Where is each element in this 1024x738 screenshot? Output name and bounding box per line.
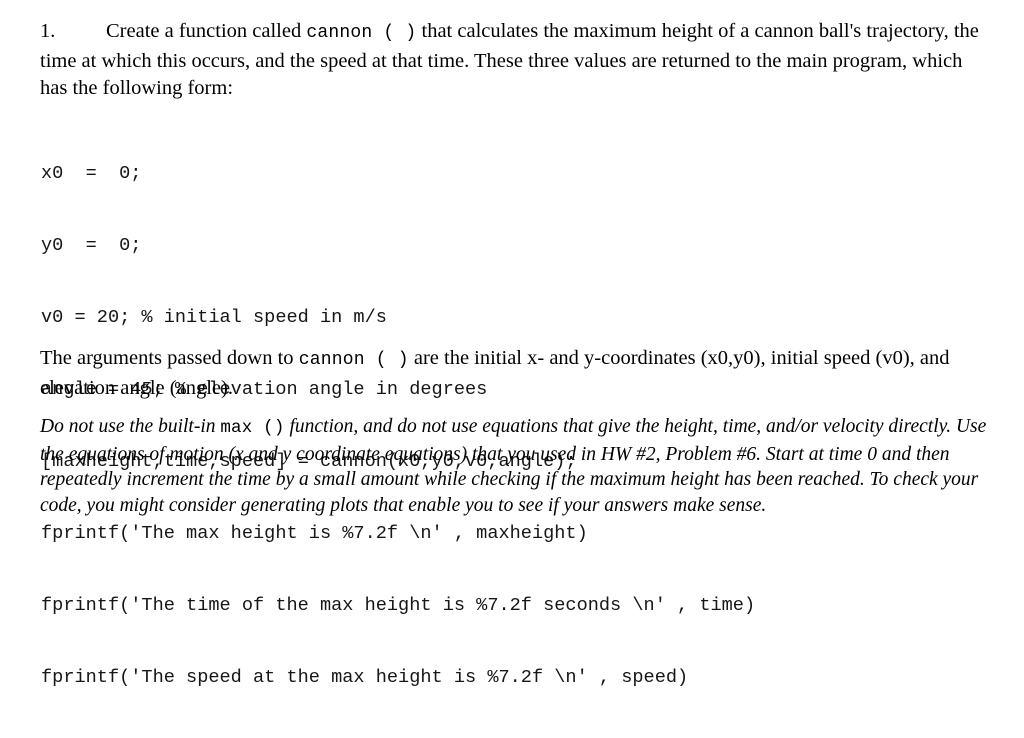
code-line: fprintf('The time of the max height is %…: [41, 595, 756, 616]
inline-code-cannon-signature: cannon ( ): [298, 350, 409, 370]
note-text-before-code: Do not use the built-in: [40, 416, 221, 437]
inline-code-max-function: max (): [220, 418, 285, 438]
arguments-text-before-code: The arguments passed down to: [40, 347, 299, 369]
code-line: x0 = 0;: [41, 163, 142, 184]
restrictions-note-paragraph: Do not use the built-in max () function,…: [40, 414, 992, 518]
arguments-paragraph: The arguments passed down to cannon ( ) …: [40, 345, 990, 402]
problem-number: 1.: [40, 20, 56, 42]
inline-code-cannon-signature: cannon ( ): [306, 23, 417, 43]
code-line: v0 = 20; % initial speed in m/s: [41, 307, 387, 328]
code-line: fprintf('The max height is %7.2f \n' , m…: [41, 523, 588, 544]
code-line: y0 = 0;: [41, 235, 142, 256]
problem-intro-paragraph: 1. Create a function called cannon ( ) th…: [40, 18, 986, 103]
document-page: 1. Create a function called cannon ( ) th…: [0, 0, 1024, 688]
intro-text-before-code: Create a function called: [106, 20, 307, 42]
problem-statement: 1. Create a function called cannon ( ) th…: [40, 18, 986, 103]
code-line: fprintf('The speed at the max height is …: [41, 667, 689, 688]
